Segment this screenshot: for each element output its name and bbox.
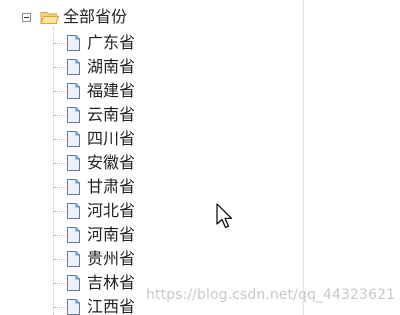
tree-node-label[interactable]: 吉林省 — [87, 272, 135, 294]
document-icon — [67, 59, 80, 75]
document-icon — [67, 179, 80, 195]
tree-node[interactable]: 湖南省 — [0, 55, 135, 79]
tree-node-label[interactable]: 四川省 — [87, 128, 135, 150]
watermark: https://blog.csdn.net/qq_44323621 — [146, 287, 396, 303]
tree-node[interactable]: 吉林省 — [0, 271, 135, 295]
tree-node-label[interactable]: 河北省 — [87, 200, 135, 222]
tree-node-label[interactable]: 广东省 — [87, 32, 135, 54]
tree-node[interactable]: 福建省 — [0, 79, 135, 103]
document-icon — [67, 275, 80, 291]
document-icon — [67, 251, 80, 267]
tree-panel: 全部省份 广东省 湖南省 福建省 云南省 四川省 安徽省 甘肃省 河北省 河南省 贵州省 吉林省江西… — [0, 0, 304, 315]
tree-node-label[interactable]: 江西省 — [87, 296, 135, 315]
tree-node[interactable]: 甘肃省 — [0, 175, 135, 199]
folder-open-icon — [40, 11, 59, 24]
tree-node-label[interactable]: 甘肃省 — [87, 176, 135, 198]
tree-node-label[interactable]: 湖南省 — [87, 56, 135, 78]
tree-children: 广东省 湖南省 福建省 云南省 四川省 安徽省 甘肃省 河北省 河南省 贵州省 吉林省江西省 — [0, 31, 135, 315]
tree-node[interactable]: 贵州省 — [0, 247, 135, 271]
collapse-minus-icon[interactable] — [22, 12, 31, 22]
tree-node-label[interactable]: 云南省 — [87, 104, 135, 126]
tree-node[interactable]: 安徽省 — [0, 151, 135, 175]
tree-node[interactable]: 云南省 — [0, 103, 135, 127]
document-icon — [67, 155, 80, 171]
tree-node-label[interactable]: 安徽省 — [87, 152, 135, 174]
document-icon — [67, 131, 80, 147]
tree-node-label[interactable]: 贵州省 — [87, 248, 135, 270]
tree-node[interactable]: 河北省 — [0, 199, 135, 223]
document-icon — [67, 35, 80, 51]
tree-node[interactable]: 江西省 — [0, 295, 135, 315]
tree-node[interactable]: 河南省 — [0, 223, 135, 247]
document-icon — [67, 299, 80, 315]
tree-node[interactable]: 广东省 — [0, 31, 135, 55]
tree-root[interactable]: 全部省份 — [22, 6, 127, 28]
document-icon — [67, 203, 80, 219]
tree-node-label[interactable]: 河南省 — [87, 224, 135, 246]
tree-node-label[interactable]: 福建省 — [87, 80, 135, 102]
tree-root-label[interactable]: 全部省份 — [63, 6, 127, 28]
tree-node[interactable]: 四川省 — [0, 127, 135, 151]
document-icon — [67, 83, 80, 99]
document-icon — [67, 107, 80, 123]
document-icon — [67, 227, 80, 243]
mouse-cursor-icon — [216, 203, 233, 229]
